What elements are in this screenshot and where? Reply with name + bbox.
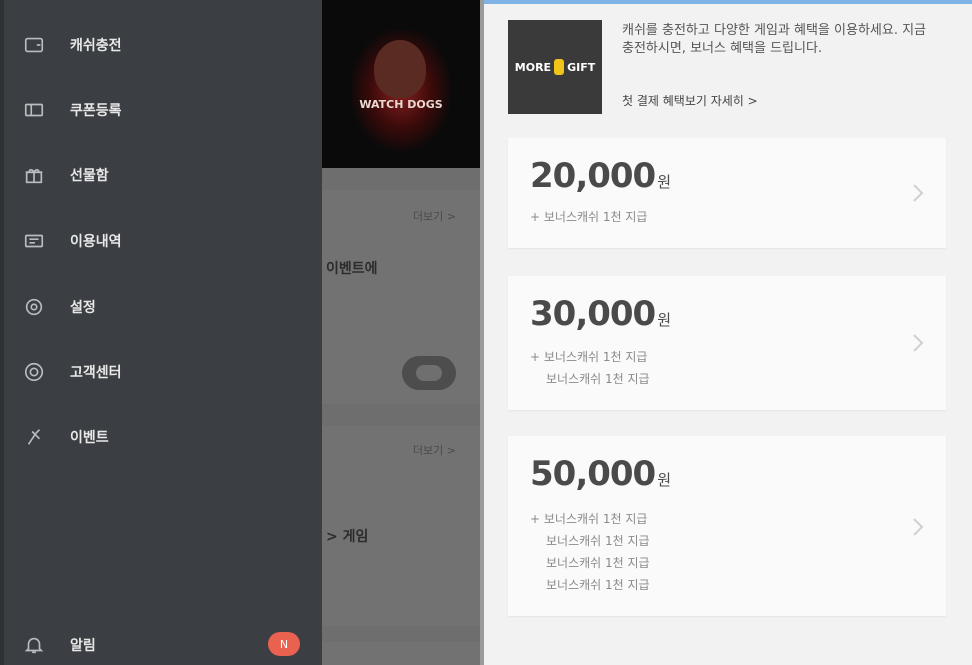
nav-item-settings[interactable]: 설정 <box>22 292 96 322</box>
promo-link[interactable]: 첫 결제 혜택보기 자세히 > <box>622 92 758 109</box>
charge-amount: 30,000 원 <box>530 294 671 334</box>
nav-item-label: 고객센터 <box>70 365 122 381</box>
charge-amount: 50,000 원 <box>530 454 671 494</box>
amount-unit: 원 <box>657 311 671 329</box>
chevron-right-icon <box>910 182 926 204</box>
logo-mark-icon <box>554 59 565 75</box>
bonus-line: 보너스캐쉬 1천 지급 <box>546 534 650 548</box>
nav-item-cash-charge[interactable]: 캐쉬충전 <box>22 30 122 60</box>
navigation-drawer: 캐쉬충전 쿠폰등록 선물함 이용내역 설정 고객센터 이벤트 알림 N <box>0 0 322 665</box>
help-icon <box>22 360 46 384</box>
bonus-line: 보너스캐쉬 1천 지급 <box>546 372 650 386</box>
charge-option-card[interactable]: 30,000 원 + 보너스캐쉬 1천 지급 보너스캐쉬 1천 지급 <box>508 276 946 410</box>
promo-description: 캐쉬를 충전하고 다양한 게임과 혜택을 이용하세요. 지금 충전하시면, 보너… <box>622 23 927 56</box>
bonus-line: + 보너스캐쉬 1천 지급 <box>530 210 648 224</box>
more-link[interactable]: 더보기 > <box>413 208 456 224</box>
nav-item-label: 이용내역 <box>70 234 122 250</box>
nav-item-label: 알림 <box>70 638 96 654</box>
section-title: > 게임 <box>326 529 369 545</box>
nav-item-label: 선물함 <box>70 168 109 184</box>
logo-text-right: GIFT <box>567 60 596 74</box>
alarm-badge: N <box>268 632 300 656</box>
charge-panel: MORE GIFT 캐쉬를 충전하고 다양한 게임과 혜택을 이용하세요. 지금… <box>480 0 972 665</box>
nav-item-coupon[interactable]: 쿠폰등록 <box>22 95 122 125</box>
nav-item-alarm[interactable]: 알림 <box>22 630 96 660</box>
banner-caption: WATCH DOGS <box>359 98 443 111</box>
nav-item-label: 캐쉬충전 <box>70 38 122 54</box>
more-link[interactable]: 더보기 > <box>413 442 456 458</box>
charge-option-card[interactable]: 20,000 원 + 보너스캐쉬 1천 지급 <box>508 138 946 248</box>
nav-item-label: 설정 <box>70 300 96 316</box>
panel-divider <box>480 0 484 665</box>
nav-item-gift-box[interactable]: 선물함 <box>22 160 109 190</box>
content-card <box>322 642 480 665</box>
toggle-button[interactable] <box>402 356 456 390</box>
nav-item-label: 쿠폰등록 <box>70 103 122 119</box>
charge-amount: 20,000 원 <box>530 156 671 196</box>
bonus-line: + 보너스캐쉬 1천 지급 <box>530 350 648 364</box>
game-banner[interactable]: WATCH DOGS <box>322 0 480 168</box>
amount-unit: 원 <box>657 471 671 489</box>
toggle-knob <box>416 365 442 381</box>
amount-unit: 원 <box>657 173 671 191</box>
nav-item-history[interactable]: 이용내역 <box>22 226 122 256</box>
event-icon <box>22 425 46 449</box>
wallet-icon <box>22 33 46 57</box>
brand-logo: MORE GIFT <box>508 20 602 114</box>
logo-text-left: MORE <box>514 60 552 74</box>
bonus-line: + 보너스캐쉬 1천 지급 <box>530 512 648 526</box>
nav-item-label: 이벤트 <box>70 430 109 446</box>
top-accent-bar <box>484 0 972 4</box>
nav-item-event[interactable]: 이벤트 <box>22 422 109 452</box>
chevron-right-icon <box>910 332 926 354</box>
background-content: WATCH DOGS 더보기 > 이벤트에 더보기 > > 게임 <box>322 0 480 665</box>
amount-value: 50,000 <box>530 454 656 494</box>
content-card <box>322 190 480 404</box>
banner-character-image <box>374 40 426 98</box>
history-icon <box>22 229 46 253</box>
gift-icon <box>22 163 46 187</box>
settings-icon <box>22 295 46 319</box>
charge-option-card[interactable]: 50,000 원 + 보너스캐쉬 1천 지급 보너스캐쉬 1천 지급 보너스캐쉬 … <box>508 436 946 616</box>
chevron-right-icon <box>910 516 926 538</box>
section-title: 이벤트에 <box>326 261 378 277</box>
amount-value: 20,000 <box>530 156 656 196</box>
bell-icon <box>22 633 46 657</box>
bonus-line: 보너스캐쉬 1천 지급 <box>546 556 650 570</box>
amount-value: 30,000 <box>530 294 656 334</box>
nav-item-help[interactable]: 고객센터 <box>22 357 122 387</box>
coupon-icon <box>22 98 46 122</box>
bonus-line: 보너스캐쉬 1천 지급 <box>546 578 650 592</box>
